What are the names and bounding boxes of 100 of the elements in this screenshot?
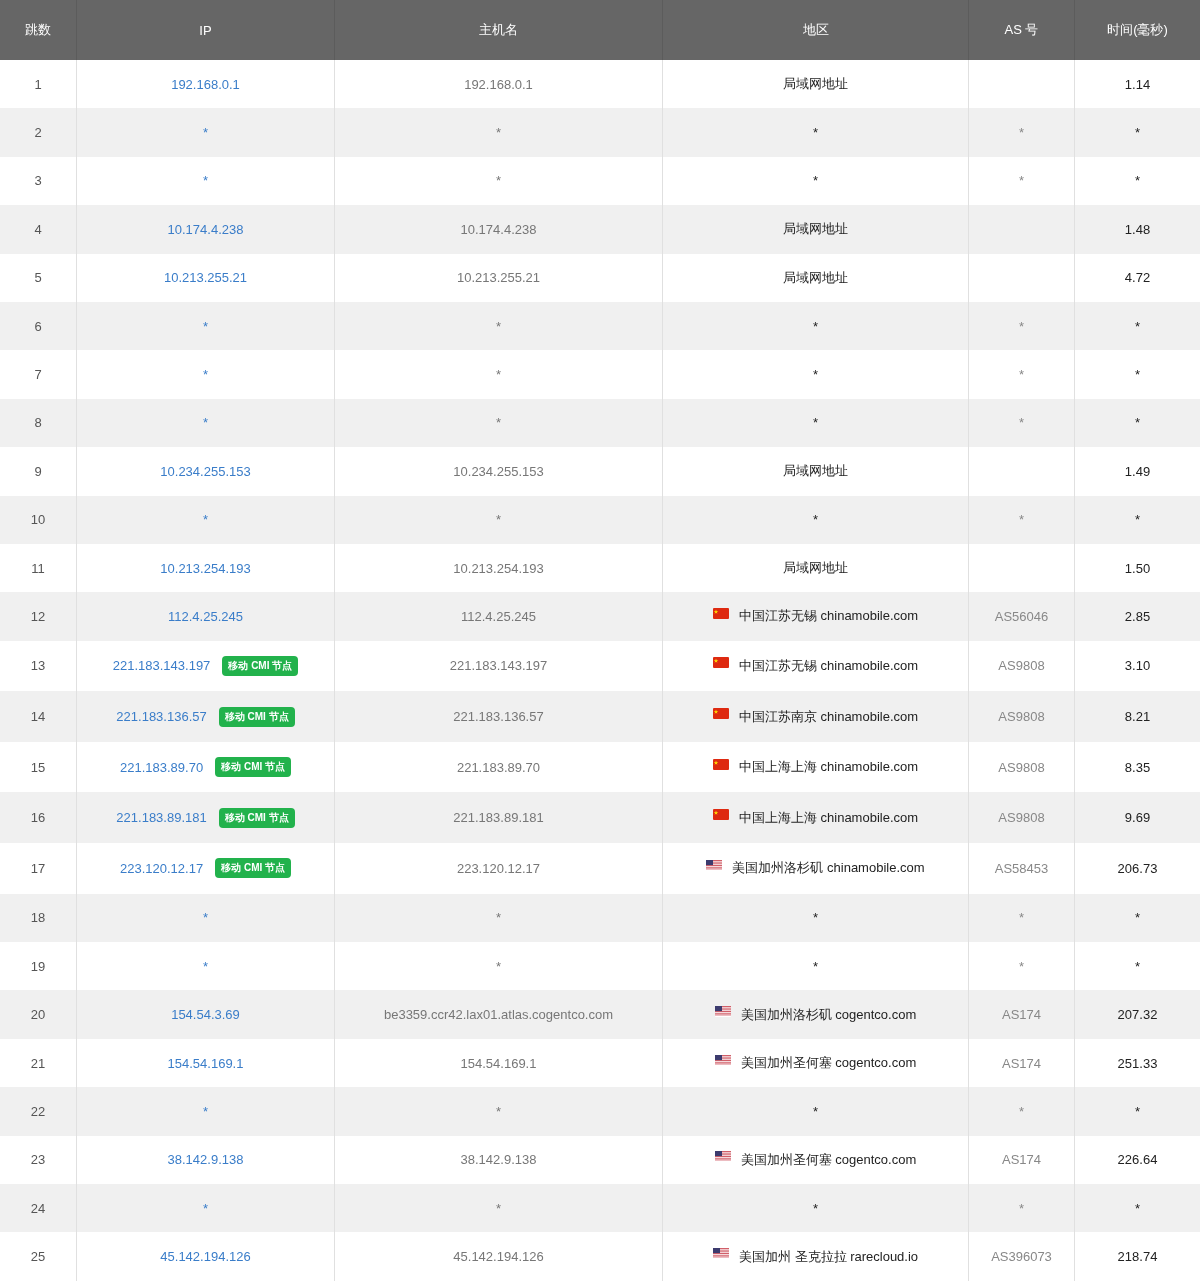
ip-link[interactable]: *: [202, 910, 209, 926]
node-badge: 移动 CMI 节点: [218, 807, 295, 828]
table-cell-text: 24: [29, 1199, 47, 1218]
ip-link[interactable]: 154.54.169.1: [167, 1055, 244, 1071]
table-cell: 4.72: [1074, 253, 1200, 302]
ip-link[interactable]: *: [202, 1200, 209, 1216]
ip-link[interactable]: *: [202, 415, 209, 431]
table-cell-text: 8: [33, 414, 43, 433]
ip-link[interactable]: 38.142.9.138: [167, 1152, 244, 1168]
table-cell-text: 4: [33, 220, 43, 239]
table-cell: *: [334, 350, 662, 399]
table-cell-text: 25: [29, 1248, 47, 1267]
region-text: 中国上海上海 chinamobile.com: [738, 808, 919, 827]
table-cell: *: [1074, 495, 1200, 544]
ip-link[interactable]: 112.4.25.245: [168, 609, 243, 624]
table-cell: 218.74: [1074, 1232, 1200, 1281]
table-cell-text: 1: [33, 75, 43, 94]
table-cell-text: 21: [29, 1054, 47, 1073]
table-cell-text: 5: [33, 269, 43, 288]
table-cell-text: 18: [29, 909, 47, 928]
table-cell: be3359.ccr42.lax01.atlas.cogentco.com: [334, 990, 662, 1039]
table-cell-text: 10: [29, 511, 47, 530]
table-cell: *: [662, 350, 968, 399]
ip-link[interactable]: *: [202, 367, 209, 383]
table-cell-text: 17: [29, 859, 47, 878]
table-cell: *: [968, 350, 1074, 399]
table-cell: 207.32: [1074, 990, 1200, 1039]
table-cell: 1.49: [1074, 447, 1200, 496]
region-text: 中国江苏南京 chinamobile.com: [738, 707, 919, 726]
table-cell: *: [334, 108, 662, 157]
region-text: 美国加州洛杉矶 chinamobile.com: [732, 859, 925, 878]
table-cell: *: [968, 495, 1074, 544]
ip-link[interactable]: 221.183.136.57: [116, 709, 207, 725]
table-cell-text: 9: [33, 462, 43, 481]
table-cell-text: 3: [33, 172, 43, 191]
table-cell-text: 22: [29, 1102, 47, 1121]
table-cell-text: 6: [33, 317, 43, 336]
table-cell: *: [968, 108, 1074, 157]
flag-icon: [714, 1054, 731, 1066]
table-cell-text: 7: [33, 366, 43, 385]
ip-link[interactable]: *: [202, 1103, 209, 1119]
region-text: 美国加州圣何塞 cogentco.com: [740, 1150, 917, 1169]
table-cell: 10.174.4.238: [334, 205, 662, 254]
table-cell: AS9808: [968, 691, 1074, 742]
table-cell: 112.4.25.245: [334, 592, 662, 641]
ip-link[interactable]: 10.174.4.238: [167, 221, 244, 237]
table-cell: *: [1074, 108, 1200, 157]
table-cell: 10.213.255.21: [334, 253, 662, 302]
table-cell: 2.85: [1074, 592, 1200, 641]
table-cell: 221.183.136.57: [334, 691, 662, 742]
region-text: 美国加州圣何塞 cogentco.com: [740, 1054, 917, 1072]
ip-link[interactable]: 10.234.255.153: [160, 463, 251, 479]
ip-link[interactable]: 223.120.12.17: [120, 860, 204, 876]
ip-link[interactable]: *: [202, 958, 209, 974]
ip-link[interactable]: 221.183.89.181: [116, 810, 207, 826]
table-cell: AS56046: [968, 592, 1074, 641]
table-cell: *: [1074, 350, 1200, 399]
column-header: 跳数: [24, 21, 52, 39]
table-cell: *: [1074, 1087, 1200, 1136]
table-cell: 10.234.255.153: [334, 447, 662, 496]
ip-link[interactable]: *: [202, 512, 209, 528]
table-cell-text: 12: [29, 608, 47, 626]
flag-icon: [712, 608, 729, 619]
table-cell-text: 13: [29, 657, 47, 676]
table-cell: *: [662, 1087, 968, 1136]
region-text: 中国上海上海 chinamobile.com: [738, 758, 919, 777]
ip-link[interactable]: 154.54.3.69: [171, 1007, 240, 1023]
table-cell: 局域网地址: [662, 253, 968, 302]
ip-link[interactable]: 45.142.194.126: [160, 1249, 251, 1265]
flag-icon: [712, 758, 729, 770]
flag-icon: [706, 859, 723, 871]
region-text: 中国江苏无锡 chinamobile.com: [738, 607, 919, 626]
node-badge: 移动 CMI 节点: [222, 656, 299, 676]
table-cell-text: 23: [29, 1151, 47, 1170]
ip-link[interactable]: *: [202, 318, 209, 334]
ip-link[interactable]: *: [202, 173, 209, 189]
ip-link[interactable]: 10.213.254.193: [160, 560, 251, 576]
table-cell: 局域网地址: [662, 447, 968, 496]
flag-icon: [714, 1006, 731, 1018]
ip-link[interactable]: 221.183.143.197: [112, 658, 211, 674]
table-cell: *: [968, 1087, 1074, 1136]
table-cell: 局域网地址: [662, 205, 968, 254]
table-cell-text: 15: [29, 758, 47, 777]
node-badge: 移动 CMI 节点: [215, 858, 291, 879]
node-badge: 移动 CMI 节点: [215, 757, 291, 778]
table-cell: *: [334, 1087, 662, 1136]
region-text: 中国江苏无锡 chinamobile.com: [738, 657, 919, 675]
flag-icon: [712, 809, 729, 821]
flag-icon: [712, 708, 729, 720]
table-cell-text: 16: [29, 809, 47, 828]
node-badge: 移动 CMI 节点: [218, 706, 295, 727]
ip-link[interactable]: *: [202, 125, 209, 141]
ip-link[interactable]: 221.183.89.70: [120, 759, 204, 775]
table-cell: 1.48: [1074, 205, 1200, 254]
table-cell-text: 11: [30, 559, 46, 578]
ip-link[interactable]: 192.168.0.1: [171, 76, 240, 92]
table-cell: AS58453: [968, 843, 1074, 894]
flag-icon: [712, 657, 729, 669]
ip-link[interactable]: 10.213.255.21: [163, 270, 248, 286]
table-cell-text: 14: [29, 708, 47, 727]
